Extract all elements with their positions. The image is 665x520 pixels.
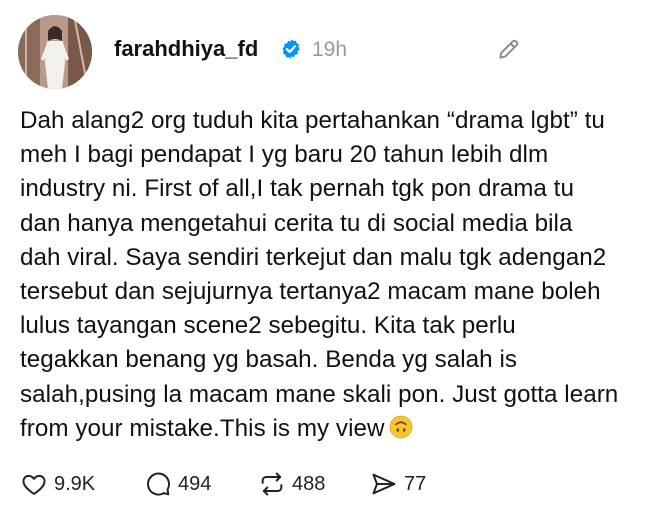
repost-count: 488 xyxy=(292,472,326,495)
repost-icon xyxy=(261,472,283,496)
share-button[interactable]: 77 xyxy=(370,468,426,500)
post-line: industry ni. First of all,I tak pernah t… xyxy=(20,175,574,203)
like-count: 9.9K xyxy=(54,472,96,495)
username[interactable]: farahdhiya_fd xyxy=(114,36,258,62)
avatar[interactable] xyxy=(18,15,92,89)
send-icon xyxy=(372,473,396,495)
reply-button[interactable]: 494 xyxy=(144,468,211,500)
post-line: Dah alang2 org tuduh kita pertahankan “d… xyxy=(20,107,605,134)
post-line: dah viral. Saya sendiri terkejut dan mal… xyxy=(20,243,607,271)
post-line: salah,pusing la macam mane skali pon. Ju… xyxy=(20,380,619,408)
verified-badge-icon xyxy=(282,39,300,59)
post-line: tegakkan benang yg basah. Benda yg salah… xyxy=(20,346,518,374)
reply-count: 494 xyxy=(178,472,212,495)
like-button[interactable]: 9.9K xyxy=(20,468,95,500)
post-time: 19h xyxy=(312,38,348,61)
post-line: tersebut dan sejujurnya tertanya2 macam … xyxy=(20,278,601,306)
heart-icon xyxy=(22,474,46,495)
upside-down-face-icon xyxy=(389,415,412,439)
share-count: 77 xyxy=(404,472,427,495)
post-line: lulus tayangan scene2 sebegitu. Kita tak… xyxy=(20,312,516,340)
action-bar: 9.9K 494 488 77 xyxy=(20,468,620,500)
post-line: meh I bagi pendapat I yg baru 20 tahun l… xyxy=(20,141,549,169)
avatar-photo xyxy=(18,15,92,89)
pencil-icon[interactable] xyxy=(496,36,522,62)
post-line-last: from your mistake.This is my view xyxy=(20,412,650,446)
post-line: dan hanya mengetahui cerita tu di social… xyxy=(20,209,573,237)
repost-button[interactable]: 488 xyxy=(258,468,325,500)
post-line-text: from your mistake.This is my view xyxy=(20,414,385,442)
post-body: Dah alang2 org tuduh kita pertahankan “d… xyxy=(20,104,650,446)
comment-icon xyxy=(147,472,170,496)
